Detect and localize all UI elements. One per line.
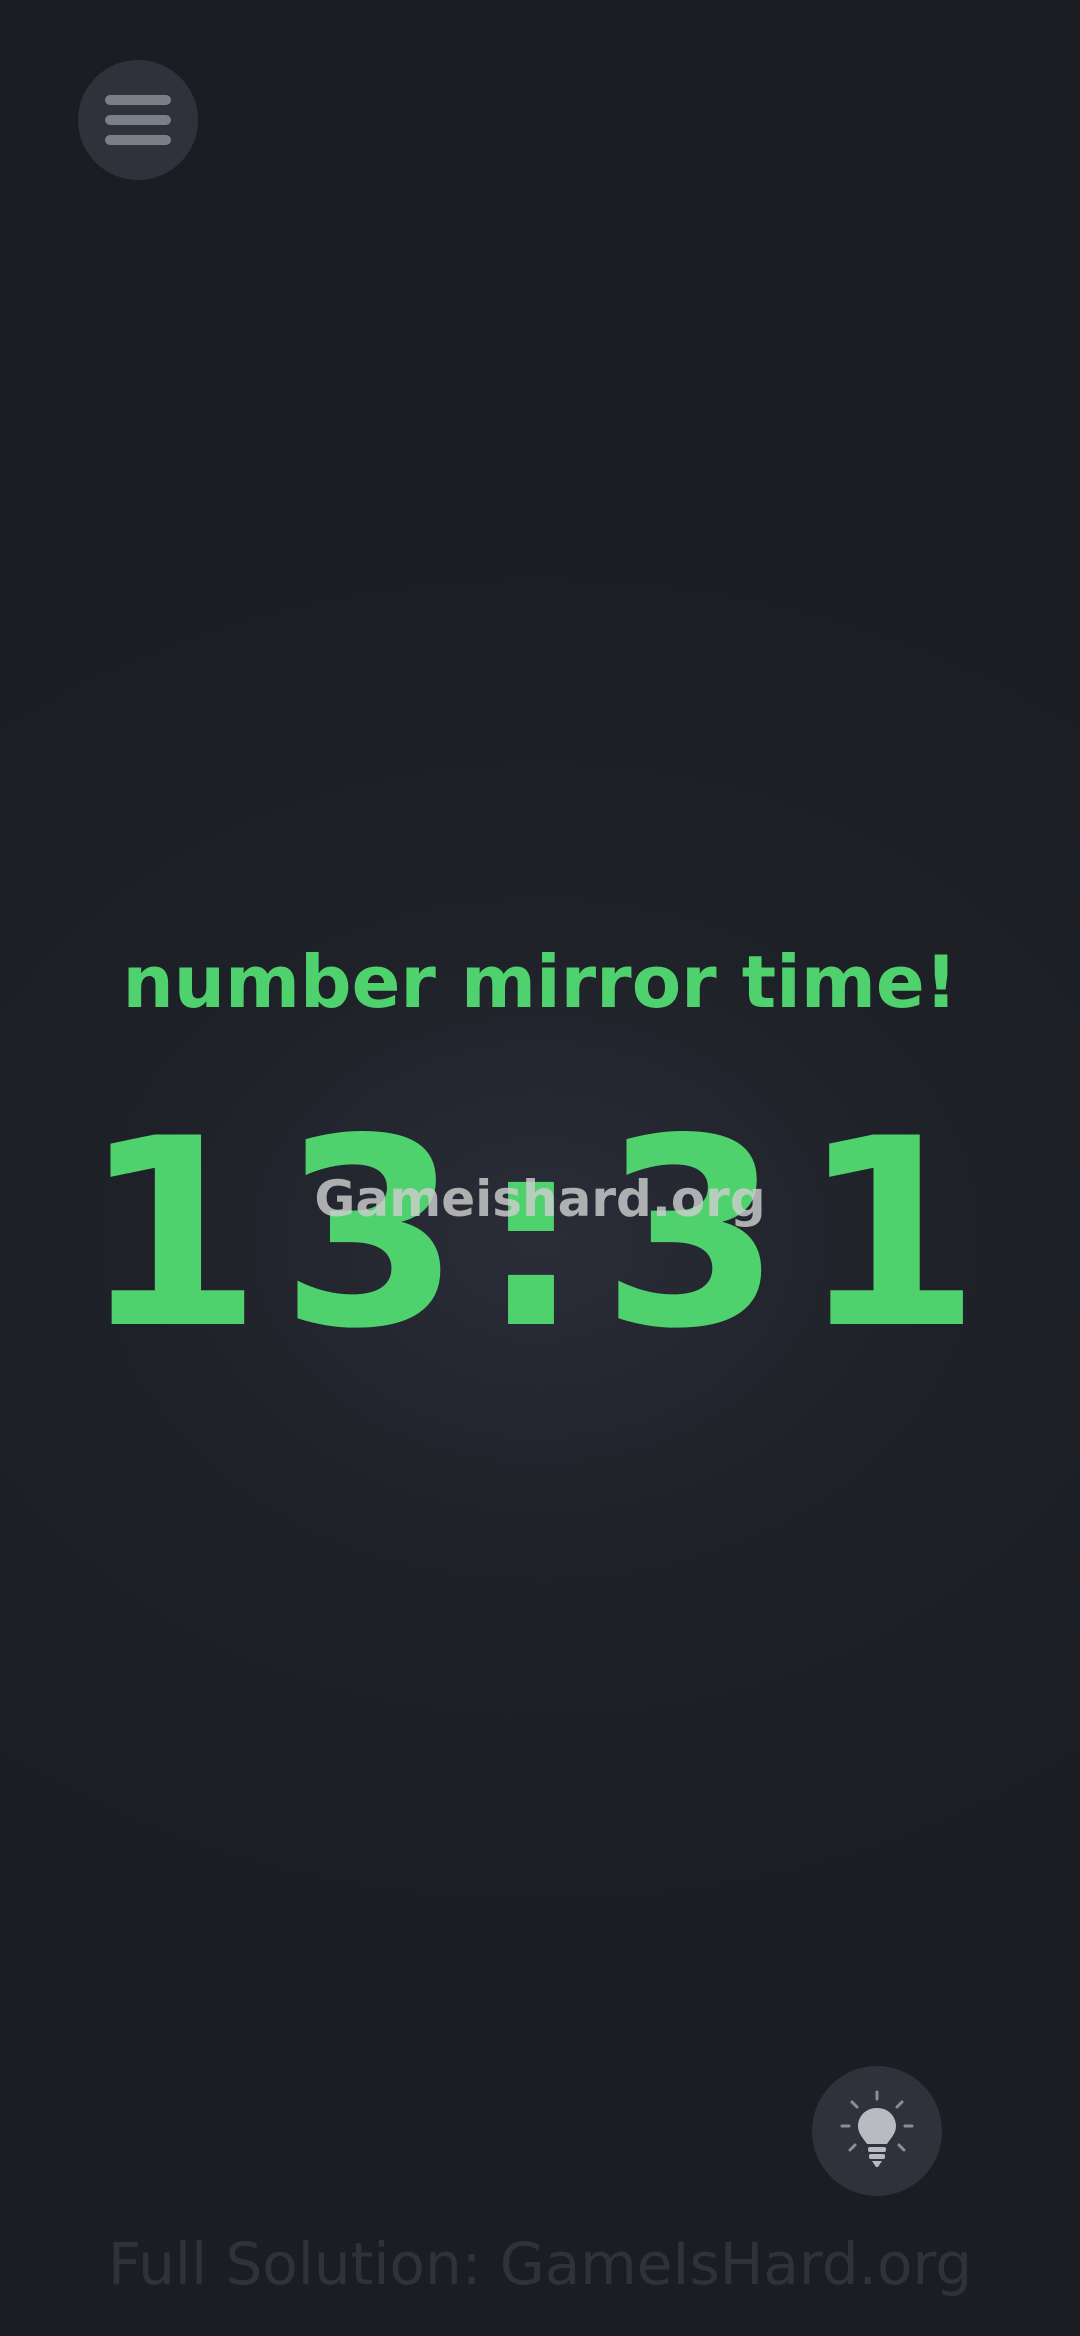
watermark: Gameishard.org <box>314 1170 766 1228</box>
hint-button[interactable] <box>812 2066 942 2196</box>
clock-display[interactable]: 13:31 <box>0 1105 1080 1365</box>
level-subtitle: number mirror time! <box>122 940 958 1024</box>
lightbulb-icon <box>840 2090 914 2167</box>
menu-button[interactable] <box>78 60 198 180</box>
solution-footer: Full Solution: GameIsHard.org <box>107 2230 973 2298</box>
game-screen: number mirror time! 13:31 Gameishard.org… <box>0 0 1080 2336</box>
hamburger-menu-icon <box>105 95 171 145</box>
